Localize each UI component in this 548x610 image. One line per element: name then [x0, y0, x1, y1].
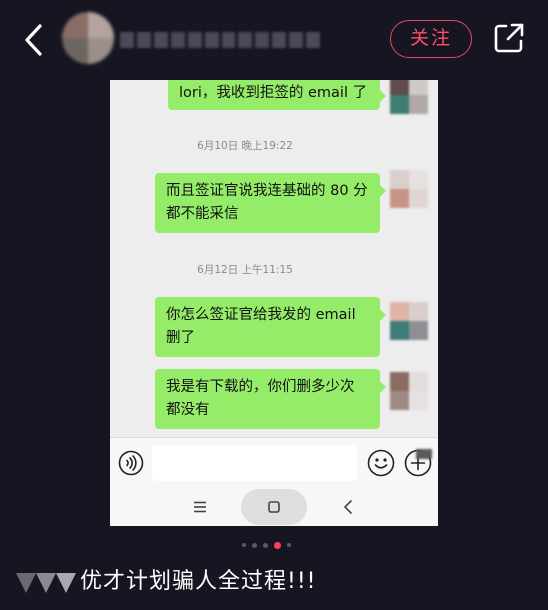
share-button[interactable] — [493, 22, 525, 54]
chat-bubble-line: 都不能采信 — [166, 206, 239, 222]
chat-timestamp: 6月10日 晚上19:22 — [197, 140, 293, 152]
chat-bubble-line: 我是有下载的，你们删多少次 — [166, 379, 355, 395]
author-name-redacted[interactable] — [120, 32, 321, 48]
chat-bubble: 而且签证官说我连基础的 80 分 都不能采信 — [155, 173, 386, 233]
follow-button[interactable]: 关注 — [390, 20, 472, 58]
author-avatar[interactable] — [62, 12, 114, 64]
chat-bubble: lori，我收到拒签的 email 了 — [168, 80, 386, 110]
emoji-icon — [367, 449, 395, 477]
menu-icon — [194, 501, 206, 513]
system-nav-bar — [110, 489, 438, 526]
chat-timestamp: 6月12日 上午11:15 — [197, 264, 293, 276]
triangle-mark-icon — [14, 571, 80, 595]
pager-dot[interactable] — [242, 543, 246, 547]
back-button[interactable] — [18, 20, 52, 60]
voice-button[interactable] — [118, 450, 144, 476]
emoji-button[interactable] — [367, 449, 395, 477]
chat-bubble: 我是有下载的，你们删多少次 都没有 — [155, 369, 386, 429]
recent-apps-button[interactable] — [188, 495, 212, 519]
chat-bubble-line: lori，我收到拒签的 email 了 — [179, 85, 368, 101]
chat-bubble: 你怎么签证官给我发的 email 删了 — [155, 297, 386, 357]
chevron-left-icon — [25, 24, 42, 56]
pager-dot[interactable] — [263, 542, 268, 548]
pager-dot[interactable] — [252, 542, 257, 548]
chat-bubble-line: 你怎么签证官给我发的 email — [166, 307, 356, 323]
chat-screenshot: lori，我收到拒签的 email 了 6月10日 晚上19:22 而且签证官说… — [110, 80, 438, 526]
home-button[interactable] — [241, 489, 307, 525]
system-back-button[interactable] — [336, 495, 360, 519]
home-square-icon — [268, 501, 280, 513]
more-button[interactable] — [404, 449, 432, 477]
chat-bubble-line: 删了 — [166, 330, 195, 346]
share-icon — [494, 23, 524, 53]
redaction-mark — [416, 449, 432, 459]
pager-dot-active[interactable] — [274, 541, 281, 549]
chat-bubble-line: 而且签证官说我连基础的 80 分 — [166, 183, 368, 199]
sender-avatar — [390, 372, 428, 410]
chevron-left-icon — [344, 500, 352, 514]
voice-icon — [118, 450, 144, 476]
chat-bubble-line: 都没有 — [166, 402, 210, 418]
post-caption: 优才计划骗人全过程!!! — [80, 569, 317, 594]
message-input[interactable] — [152, 445, 357, 481]
chat-input-bar — [110, 437, 438, 490]
top-app-bar: 关注 — [0, 0, 548, 78]
sender-avatar — [390, 80, 428, 114]
sender-avatar — [390, 302, 428, 340]
sender-avatar — [390, 170, 428, 208]
pager-dot[interactable] — [287, 543, 291, 547]
image-pager — [242, 541, 291, 549]
